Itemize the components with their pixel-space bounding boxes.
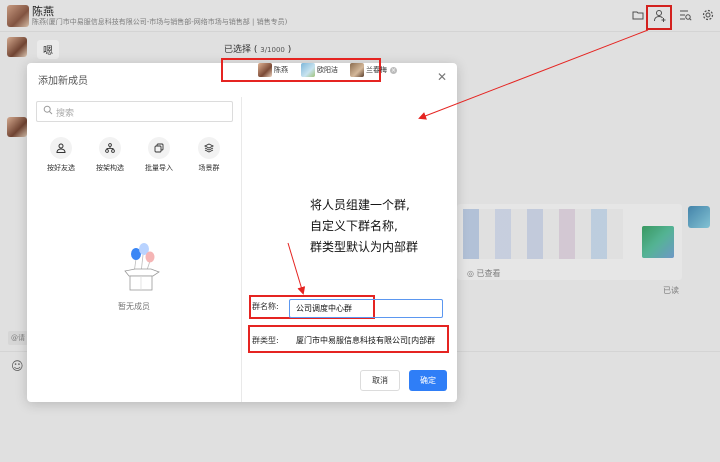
selected-member-chip[interactable]: 陈燕 [258,62,288,78]
annotation-text: 将人员组建一个群, 自定义下群名称, 群类型默认为内部群 [310,195,460,258]
empty-illustration [119,241,163,293]
tool-by-org[interactable]: 按架构选 [90,137,130,173]
tool-by-friends[interactable]: 按好友选 [41,137,81,173]
tool-bulk-import[interactable]: 批量导入 [139,137,179,173]
selected-label: 已选择 [224,45,252,55]
person-icon [50,137,72,159]
avatar [301,63,315,77]
member-name: 欧阳洁 [317,66,338,74]
avatar [350,63,364,77]
tool-scene-group[interactable]: 场景群 [189,137,229,173]
search-icon [43,105,53,118]
avatar [258,63,272,77]
layers-icon [198,137,220,159]
member-name: 兰春梅 [366,66,387,74]
annotation-line: 自定义下群名称, [310,219,398,233]
selected-member-chip[interactable]: 兰春梅 × [350,62,397,78]
search-field[interactable]: 搜索 [36,101,233,122]
selected-member-chip[interactable]: 欧阳洁 [301,62,338,78]
tool-label: 按好友选 [47,164,75,172]
org-icon [99,137,121,159]
search-input[interactable]: 搜索 [56,106,74,119]
dialog-title: 添加新成员 [38,76,88,87]
group-name-label: 群名称: [252,302,279,311]
member-name: 陈燕 [274,66,288,74]
group-name-input[interactable]: 公司调度中心群 [289,299,443,318]
tool-label: 批量导入 [145,164,173,172]
empty-text: 暂无成员 [118,302,150,311]
selected-count: 3/1000 [260,46,285,54]
copy-icon [148,137,170,159]
annotation-line: 群类型默认为内部群 [310,240,419,254]
selected-header: 已选择 ( 3/1000 ) [224,45,292,55]
confirm-button[interactable]: 确定 [409,370,447,391]
cancel-button[interactable]: 取消 [360,370,400,391]
tool-label: 按架构选 [96,164,124,172]
annotation-line: 将人员组建一个群, [310,198,410,212]
group-type-value: 厦门市中易服信息科技有限公司[内部群 [296,336,436,345]
remove-icon[interactable]: × [390,66,397,74]
tool-label: 场景群 [198,164,220,172]
close-icon[interactable]: ✕ [437,70,447,84]
panel-divider [241,97,242,402]
group-type-label: 群类型: [252,336,279,345]
